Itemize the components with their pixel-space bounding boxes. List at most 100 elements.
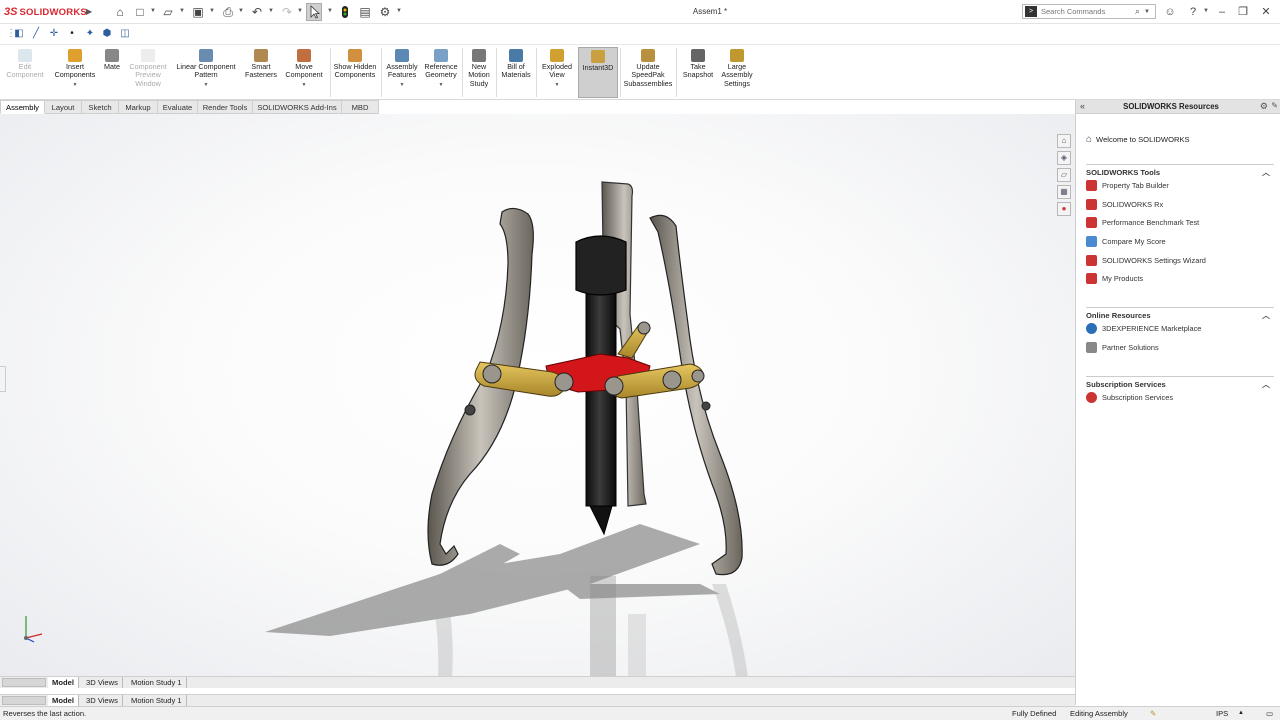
chevron-down-icon[interactable]: ▼ — [50, 81, 100, 89]
tab-motion-study[interactable]: Motion Study 1 — [127, 695, 187, 706]
file-explorer-icon[interactable]: ▱ — [1057, 168, 1071, 182]
save-icon[interactable]: ▣ — [190, 4, 206, 20]
minimize-icon[interactable]: – — [1212, 3, 1232, 21]
tab-mbd[interactable]: MBD — [342, 100, 379, 114]
chevron-down-icon[interactable]: ▼ — [421, 81, 461, 89]
rebuild-indicator-icon[interactable]: ✎ — [1150, 707, 1156, 720]
list-item[interactable]: Performance Benchmark Test — [1086, 213, 1274, 232]
rebuild-icon[interactable] — [337, 4, 353, 20]
tab-markup[interactable]: Markup — [119, 100, 158, 114]
unit-system[interactable]: IPS — [1216, 707, 1228, 720]
status-options-icon[interactable]: ▭ — [1266, 707, 1273, 720]
chevron-up-icon[interactable]: ︿ — [1262, 310, 1270, 321]
reference-geometry-button[interactable]: Reference Geometry ▼ — [421, 47, 461, 98]
close-icon[interactable]: ✕ — [1256, 3, 1276, 21]
restore-icon[interactable]: ❐ — [1233, 3, 1253, 21]
home-icon[interactable]: ⌂ — [1057, 134, 1071, 148]
chevron-down-icon[interactable]: ▼ — [538, 81, 576, 89]
list-item[interactable]: Partner Solutions — [1086, 338, 1274, 357]
chevron-down-icon[interactable]: ▼ — [327, 8, 333, 14]
chevron-up-icon[interactable]: ︿ — [1262, 379, 1270, 390]
show-hidden-components-button[interactable]: Show Hidden Components — [332, 47, 378, 98]
select-button[interactable] — [306, 3, 322, 21]
gear-icon[interactable]: ⚙ — [1260, 101, 1268, 112]
view-icon[interactable]: ◫ — [118, 27, 132, 41]
chevron-down-icon[interactable]: ▼ — [282, 81, 326, 89]
help-icon[interactable]: ? — [1183, 3, 1203, 21]
tab-layout[interactable]: Layout — [45, 100, 82, 114]
part-icon[interactable]: ◧ — [12, 27, 26, 41]
section-header[interactable]: Online Resources ︿ — [1086, 307, 1274, 321]
pin-icon[interactable]: ✎ — [1271, 101, 1278, 110]
chevron-down-icon[interactable]: ▼ — [1144, 9, 1150, 15]
mate-button[interactable]: Mate — [100, 47, 124, 98]
chevron-down-icon[interactable]: ▼ — [396, 8, 402, 14]
chevron-up-icon[interactable]: ︿ — [1262, 167, 1270, 178]
instant3d-button[interactable]: Instant3D — [578, 47, 618, 98]
tab-scroll-arrows[interactable] — [2, 678, 46, 687]
appearances-icon[interactable]: ● — [1057, 202, 1071, 216]
list-item[interactable]: SOLIDWORKS Rx — [1086, 195, 1274, 214]
take-snapshot-button[interactable]: Take Snapshot — [678, 47, 718, 98]
tab-3d-views[interactable]: 3D Views — [82, 695, 123, 706]
tab-render-tools[interactable]: Render Tools — [198, 100, 253, 114]
options-gear-icon[interactable]: ⚙ — [377, 4, 393, 20]
chevron-down-icon[interactable]: ▼ — [238, 8, 244, 14]
undo-icon[interactable]: ↶ — [249, 4, 265, 20]
line-icon[interactable]: ╱ — [29, 27, 43, 41]
linear-component-pattern-button[interactable]: Linear Component Pattern ▼ — [172, 47, 240, 98]
update-speedpak-button[interactable]: Update SpeedPak Subassemblies — [622, 47, 674, 98]
chevron-down-icon[interactable]: ▼ — [209, 8, 215, 14]
welcome-link[interactable]: ⌂ Welcome to SOLIDWORKS — [1086, 134, 1190, 145]
list-item[interactable]: 3DEXPERIENCE Marketplace — [1086, 319, 1274, 338]
new-motion-study-button[interactable]: New Motion Study — [464, 47, 494, 98]
chevron-down-icon[interactable]: ▼ — [268, 8, 274, 14]
chevron-down-icon[interactable]: ▼ — [150, 8, 156, 14]
tab-model[interactable]: Model — [48, 677, 79, 688]
list-item[interactable]: Subscription Services — [1086, 388, 1274, 407]
edit-component-button[interactable]: Edit Component — [2, 47, 48, 98]
tab-motion-study[interactable]: Motion Study 1 — [127, 677, 187, 688]
user-icon[interactable]: ☺ — [1160, 3, 1180, 21]
print-icon[interactable]: ⎙ — [220, 4, 236, 20]
open-file-icon[interactable]: ▱ — [160, 4, 176, 20]
list-item[interactable]: My Products — [1086, 269, 1274, 288]
chevron-up-icon[interactable]: ▲ — [1238, 707, 1244, 720]
solidworks-logo[interactable]: 3S SOLIDWORKS — [4, 5, 87, 19]
home-icon[interactable]: ⌂ — [112, 4, 128, 20]
list-item[interactable]: SOLIDWORKS Settings Wizard — [1086, 251, 1274, 270]
search-input[interactable] — [1041, 7, 1131, 16]
exploded-view-button[interactable]: Exploded View ▼ — [538, 47, 576, 98]
chevron-down-icon[interactable]: ▼ — [179, 8, 185, 14]
move-icon[interactable]: ✦ — [83, 27, 97, 41]
chevron-down-icon[interactable]: ▼ — [383, 81, 421, 89]
gear-puller-model[interactable] — [0, 114, 1075, 677]
file-properties-icon[interactable]: ▤ — [357, 4, 373, 20]
redo-icon[interactable]: ↷ — [279, 4, 295, 20]
bill-of-materials-button[interactable]: Bill of Materials — [498, 47, 534, 98]
tab-model[interactable]: Model — [48, 695, 79, 706]
search-commands[interactable]: > ⌕ ▼ — [1022, 4, 1156, 19]
tab-sketch[interactable]: Sketch — [82, 100, 119, 114]
menu-expand-icon[interactable]: ▶ — [86, 7, 92, 16]
tab-3d-views[interactable]: 3D Views — [82, 677, 123, 688]
assembly-features-button[interactable]: Assembly Features ▼ — [383, 47, 421, 98]
large-assembly-settings-button[interactable]: Large Assembly Settings — [718, 47, 756, 98]
section-header[interactable]: Subscription Services ︿ — [1086, 376, 1274, 390]
list-item[interactable]: Property Tab Builder — [1086, 176, 1274, 195]
component-icon[interactable]: ⬢ — [100, 27, 114, 41]
component-preview-window-button[interactable]: Component Preview Window — [124, 47, 172, 98]
tab-scroll-arrows[interactable] — [2, 696, 46, 705]
graphics-area[interactable]: ⌂ ◈ ▱ ▦ ● — [0, 114, 1075, 677]
chevron-down-icon[interactable]: ▼ — [1203, 8, 1209, 14]
insert-components-button[interactable]: Insert Components ▼ — [50, 47, 100, 98]
tab-evaluate[interactable]: Evaluate — [158, 100, 198, 114]
dot-icon[interactable]: • — [65, 27, 79, 41]
tab-assembly[interactable]: Assembly — [0, 100, 45, 114]
chevron-down-icon[interactable]: ▼ — [172, 81, 240, 89]
point-icon[interactable]: ✛ — [47, 27, 61, 41]
new-file-icon[interactable]: □ — [132, 4, 148, 20]
search-icon[interactable]: ⌕ — [1135, 6, 1140, 17]
section-header[interactable]: SOLIDWORKS Tools ︿ — [1086, 164, 1274, 178]
smart-fasteners-button[interactable]: Smart Fasteners — [242, 47, 280, 98]
